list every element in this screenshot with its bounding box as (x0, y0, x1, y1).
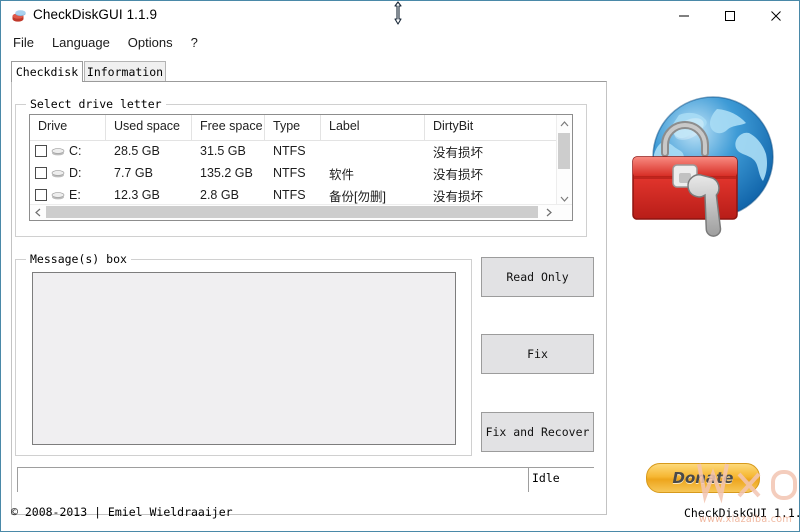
cell-drive[interactable]: C: (30, 144, 106, 158)
select-drive-label: Select drive letter (26, 97, 166, 111)
resize-cursor-icon (391, 1, 405, 27)
table-row[interactable]: D: 7.7 GB 135.2 GB NTFS 软件 没有损坏 (30, 162, 559, 184)
cell-type: NTFS (273, 166, 306, 180)
drive-list-header: Drive Used space Free space Type Label D… (30, 115, 572, 141)
cell-dirtybit: 没有损坏 (433, 189, 484, 204)
tab-strip: Checkdisk Information (11, 61, 611, 82)
scrollbar-thumb-horizontal[interactable] (46, 206, 538, 218)
column-header-type[interactable]: Type (265, 115, 321, 140)
column-header-dirtybit[interactable]: DirtyBit (425, 115, 557, 140)
cell-used-space: 7.7 GB (114, 166, 153, 180)
cell-used-space: 28.5 GB (114, 144, 160, 158)
cell-free-space: 31.5 GB (200, 144, 246, 158)
column-header-drive[interactable]: Drive (30, 115, 106, 140)
cell-type: NTFS (273, 144, 306, 158)
cell-label: 软件 (329, 167, 355, 182)
cell-free-space: 135.2 GB (200, 166, 253, 180)
menu-item-language[interactable]: Language (43, 33, 119, 52)
chevron-left-icon[interactable] (30, 205, 46, 220)
drive-letter: C: (69, 144, 82, 158)
cell-dirtybit: 没有损坏 (433, 167, 484, 182)
chevron-right-icon[interactable] (541, 205, 557, 220)
column-header-label[interactable]: Label (321, 115, 425, 140)
progress-panel (17, 468, 529, 492)
status-bar: Idle (17, 467, 594, 492)
drive-list-body: C: 28.5 GB 31.5 GB NTFS 没有损坏 D: 7.7 GB 1… (30, 140, 559, 206)
chevron-up-icon[interactable] (557, 115, 572, 132)
drive-list[interactable]: Drive Used space Free space Type Label D… (29, 114, 573, 221)
column-header-used-space[interactable]: Used space (106, 115, 192, 140)
menu-bar: File Language Options ? (1, 31, 799, 54)
fix-button[interactable]: Fix (481, 334, 594, 374)
drive-letter: D: (69, 166, 82, 180)
drive-letter: E: (69, 188, 81, 202)
drive-list-vertical-scrollbar[interactable] (556, 115, 572, 207)
drive-icon (51, 146, 65, 157)
donate-button[interactable]: Donate (646, 463, 760, 493)
globe-toolbox-icon (621, 81, 796, 256)
minimize-button[interactable] (661, 1, 707, 31)
tab-checkdisk[interactable]: Checkdisk (11, 61, 83, 82)
menu-item-help[interactable]: ? (182, 33, 207, 52)
cell-drive[interactable]: D: (30, 166, 106, 180)
fix-and-recover-button[interactable]: Fix and Recover (481, 412, 594, 452)
close-button[interactable] (753, 1, 799, 31)
drive-icon (51, 190, 65, 201)
read-only-button[interactable]: Read Only (481, 257, 594, 297)
copyright-text: © 2008-2013 | Emiel Wieldraaijer (11, 505, 233, 519)
title-bar: CheckDiskGUI 1.1.9 (1, 1, 799, 31)
scrollbar-thumb-vertical[interactable] (558, 133, 570, 169)
status-text: Idle (532, 471, 560, 485)
version-text: CheckDiskGUI 1.1.9 (684, 506, 800, 520)
drive-icon (51, 168, 65, 179)
messages-label: Message(s) box (26, 252, 131, 266)
menu-item-file[interactable]: File (4, 33, 43, 52)
column-header-free-space[interactable]: Free space (192, 115, 265, 140)
messages-textarea[interactable] (32, 272, 456, 445)
tab-information[interactable]: Information (84, 61, 166, 81)
drive-checkbox[interactable] (35, 145, 47, 157)
drive-checkbox[interactable] (35, 167, 47, 179)
cell-dirtybit: 没有损坏 (433, 145, 484, 160)
table-row[interactable]: C: 28.5 GB 31.5 GB NTFS 没有损坏 (30, 140, 559, 162)
window-title: CheckDiskGUI 1.1.9 (33, 7, 158, 22)
cell-label: 备份[勿删] (329, 189, 386, 204)
drive-list-horizontal-scrollbar[interactable] (30, 204, 572, 220)
cell-type: NTFS (273, 188, 306, 202)
disk-icon (11, 8, 27, 24)
application-window: CheckDiskGUI 1.1.9 File Language Options… (0, 0, 800, 532)
window-controls (661, 1, 799, 31)
cell-used-space: 12.3 GB (114, 188, 160, 202)
cell-free-space: 2.8 GB (200, 188, 239, 202)
menu-item-options[interactable]: Options (119, 33, 182, 52)
drive-checkbox[interactable] (35, 189, 47, 201)
maximize-button[interactable] (707, 1, 753, 31)
table-row[interactable]: E: 12.3 GB 2.8 GB NTFS 备份[勿删] 没有损坏 (30, 184, 559, 206)
cell-drive[interactable]: E: (30, 188, 106, 202)
